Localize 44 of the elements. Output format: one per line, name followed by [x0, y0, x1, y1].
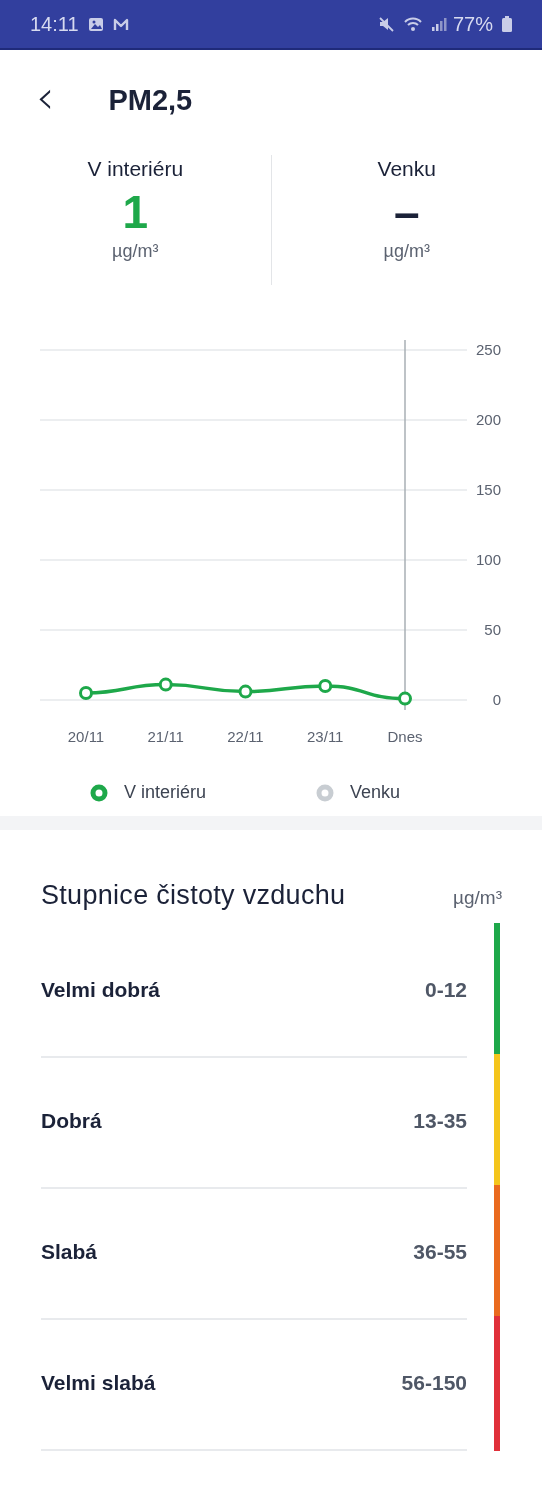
level-range: 13-35: [413, 1108, 467, 1133]
level-range: 36-55: [413, 1239, 467, 1264]
axis-tick-label: 250: [475, 341, 501, 358]
wifi-icon: [403, 16, 422, 32]
reading-value: –: [393, 185, 420, 239]
axis-category-label: 23/11: [307, 728, 344, 745]
axis-tick-label: 100: [475, 551, 501, 568]
section-title: Stupnice čistoty vzduchu: [41, 880, 346, 911]
level-range: 0-12: [424, 977, 467, 1002]
page-title: PM2,5: [108, 83, 193, 117]
axis-tick-label: 150: [475, 481, 501, 498]
signal-icon: [430, 16, 448, 32]
axis-tick-label: 50: [484, 621, 501, 638]
data-point: [79, 686, 93, 700]
data-point: [238, 684, 253, 699]
axis-category-label: 22/11: [227, 728, 264, 745]
level-range: 56-150: [401, 1370, 467, 1395]
unit-label: µg/m³: [453, 887, 502, 910]
axis-category-label: Dnes: [387, 728, 423, 745]
level-label: Dobrá: [41, 1108, 102, 1133]
reading-unit: µg/m³: [383, 241, 430, 262]
reading-label: V interiéru: [87, 157, 184, 181]
level-label: Velmi slabá: [41, 1370, 156, 1395]
axis-category-label: 20/11: [67, 728, 105, 745]
axis-tick-label: 0: [492, 691, 501, 708]
legend-label: V interiéru: [124, 782, 207, 803]
data-point: [158, 677, 173, 692]
clock-time: 14:11: [30, 12, 79, 36]
battery-icon: [502, 16, 512, 32]
mail-icon: [112, 16, 129, 32]
reading-label: Venku: [377, 157, 436, 181]
level-label: Slabá: [41, 1239, 98, 1264]
image-icon: [87, 16, 104, 32]
back-button[interactable]: ‹: [30, 77, 61, 117]
mute-icon: [377, 16, 395, 32]
data-point: [398, 691, 412, 706]
axis-tick-label: 200: [475, 411, 501, 428]
level-label: Velmi dobrá: [41, 977, 161, 1002]
reading-value: 1: [122, 185, 149, 239]
legend-label: Venku: [350, 782, 401, 803]
data-point: [318, 679, 333, 693]
battery-percent: 77%: [452, 12, 493, 36]
axis-category-label: 21/11: [147, 728, 184, 745]
reading-unit: µg/m³: [112, 241, 159, 262]
